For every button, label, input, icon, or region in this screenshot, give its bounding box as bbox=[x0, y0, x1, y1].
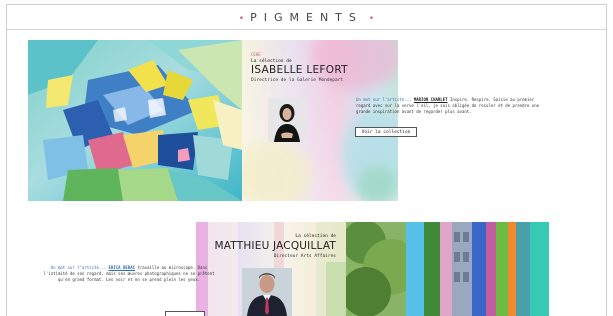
artwork-image-1[interactable] bbox=[28, 40, 242, 201]
background-blob bbox=[357, 165, 397, 201]
artist-blurb-2: Un mot sur l'artiste... ERICA BERAC trav… bbox=[40, 265, 218, 283]
curator-small-label: CEHE bbox=[251, 52, 261, 57]
curator-portrait-2 bbox=[242, 268, 292, 316]
background-blob bbox=[242, 140, 312, 201]
view-collection-button-2[interactable] bbox=[165, 311, 205, 316]
curator-name-2: MATTHIEU JACQUILLAT bbox=[214, 240, 336, 252]
view-collection-button[interactable]: Voir la collection bbox=[355, 127, 417, 137]
logo-dot-right: • bbox=[368, 14, 375, 24]
logo-text: PIGMENTS bbox=[250, 11, 363, 24]
curator-role-2: Directeur Arts Affaires bbox=[273, 254, 336, 259]
logo-dot-left: • bbox=[238, 14, 245, 24]
artwork-photo-2[interactable] bbox=[346, 222, 549, 316]
blurb-lead-2: Un mot sur l'artiste... bbox=[50, 265, 107, 270]
curator-role: Directrice de la Galerie Mondepart bbox=[251, 78, 344, 83]
artist-link-2[interactable]: ERICA BERAC bbox=[109, 265, 136, 270]
artist-blurb-1: Un mot sur l'artiste... MARION CHARLET I… bbox=[356, 97, 542, 115]
curator-name: ISABELLE LEFORT bbox=[251, 64, 348, 76]
site-logo[interactable]: • PIGMENTS • bbox=[7, 11, 606, 24]
top-bar: • PIGMENTS • bbox=[7, 5, 606, 30]
artist-link[interactable]: MARION CHARLET bbox=[414, 97, 448, 102]
blurb-lead: Un mot sur l'artiste... bbox=[356, 97, 412, 102]
curator-selection-label-2: La sélection de bbox=[295, 234, 336, 239]
curator-portrait-1 bbox=[268, 98, 306, 142]
